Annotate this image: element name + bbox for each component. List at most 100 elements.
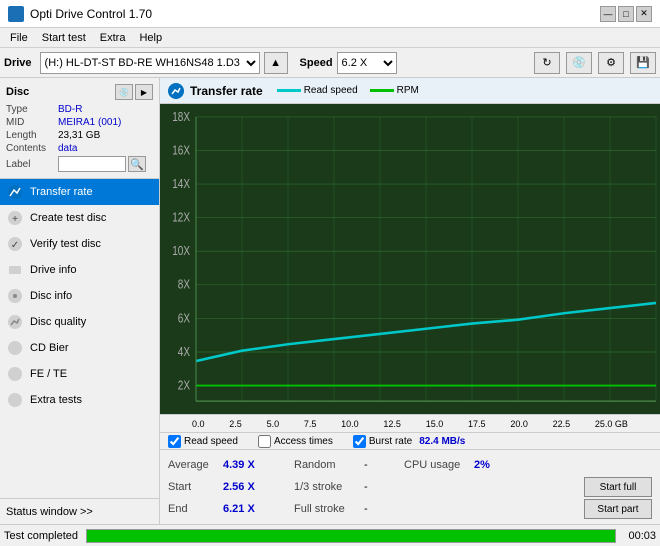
nav-disc-info-label: Disc info xyxy=(30,290,72,302)
drive-select[interactable]: (H:) HL-DT-ST BD-RE WH16NS48 1.D3 xyxy=(40,52,260,74)
burst-rate-checkbox[interactable] xyxy=(353,435,366,448)
checkbox-burst-rate[interactable]: Burst rate 82.4 MB/s xyxy=(353,435,466,448)
chart-legend: Read speed RPM xyxy=(277,85,419,96)
stats-row-3: End 6.21 X Full stroke - Start part xyxy=(168,498,652,520)
settings-button[interactable]: ⚙ xyxy=(598,52,624,74)
nav-drive-info[interactable]: Drive info xyxy=(0,257,159,283)
disc-header-text: Disc xyxy=(6,86,29,98)
status-text: Test completed xyxy=(4,530,78,542)
checkbox-read-speed[interactable]: Read speed xyxy=(168,435,238,448)
cd-bier-icon xyxy=(6,339,24,357)
status-bar: Test completed 00:03 xyxy=(0,524,660,546)
x-axis-labels: 0.0 2.5 5.0 7.5 10.0 12.5 15.0 17.5 20.0… xyxy=(160,419,660,429)
legend-read-speed-color xyxy=(277,89,301,92)
nav-cd-bier[interactable]: CD Bier xyxy=(0,335,159,361)
disc-icon-1[interactable]: 💿 xyxy=(115,84,133,100)
disc-contents-label: Contents xyxy=(6,143,58,154)
svg-text:4X: 4X xyxy=(178,346,190,359)
svg-text:14X: 14X xyxy=(172,178,190,191)
x-axis-row: 0.0 2.5 5.0 7.5 10.0 12.5 15.0 17.5 20.0… xyxy=(160,414,660,432)
disc-type-row: Type BD-R xyxy=(6,104,153,115)
nav-create-test-disc[interactable]: + Create test disc xyxy=(0,205,159,231)
nav-disc-info[interactable]: Disc info xyxy=(0,283,159,309)
start-cell: Start 2.56 X xyxy=(168,481,278,493)
legend-rpm: RPM xyxy=(370,85,419,96)
status-window-button[interactable]: Status window >> xyxy=(0,498,159,524)
burst-rate-value: 82.4 MB/s xyxy=(419,436,465,447)
nav-fe-te-label: FE / TE xyxy=(30,368,67,380)
svg-text:18X: 18X xyxy=(172,111,190,124)
refresh-button[interactable]: ↻ xyxy=(534,52,560,74)
disc-length-value: 23,31 GB xyxy=(58,130,100,141)
stats-row-2: Start 2.56 X 1/3 stroke - Start full xyxy=(168,476,652,498)
eject-button[interactable]: ▲ xyxy=(264,52,288,74)
svg-text:+: + xyxy=(12,214,18,225)
menu-start-test[interactable]: Start test xyxy=(36,31,92,45)
cpu-cell: CPU usage 2% xyxy=(404,459,490,471)
random-value: - xyxy=(364,459,388,471)
cpu-value: 2% xyxy=(474,459,490,471)
menu-file[interactable]: File xyxy=(4,31,34,45)
transfer-rate-icon xyxy=(6,183,24,201)
main-area: Disc 💿 ▶ Type BD-R MID MEIRA1 (001) Leng… xyxy=(0,78,660,524)
chart-area: 18X 16X 14X 12X 10X 8X 6X 4X 2X xyxy=(160,104,660,414)
save-button[interactable]: 💾 xyxy=(630,52,656,74)
progress-bar xyxy=(86,529,616,543)
nav-drive-info-label: Drive info xyxy=(30,264,76,276)
nav-verify-test-disc[interactable]: ✓ Verify test disc xyxy=(0,231,159,257)
maximize-button[interactable]: □ xyxy=(618,6,634,22)
disc-label-row: Label 🔍 xyxy=(6,156,153,172)
read-speed-checkbox[interactable] xyxy=(168,435,181,448)
extra-tests-icon xyxy=(6,391,24,409)
stroke1-label: 1/3 stroke xyxy=(294,481,364,493)
speed-select[interactable]: 6.2 X xyxy=(337,52,397,74)
start-part-button[interactable]: Start part xyxy=(584,499,652,519)
nav-cd-bier-label: CD Bier xyxy=(30,342,69,354)
disc-button[interactable]: 💿 xyxy=(566,52,592,74)
checkbox-row: Read speed Access times Burst rate 82.4 … xyxy=(160,432,660,450)
svg-text:6X: 6X xyxy=(178,312,190,325)
minimize-button[interactable]: — xyxy=(600,6,616,22)
chart-svg: 18X 16X 14X 12X 10X 8X 6X 4X 2X xyxy=(160,104,660,414)
disc-icon-2[interactable]: ▶ xyxy=(135,84,153,100)
nav-transfer-rate[interactable]: Transfer rate xyxy=(0,179,159,205)
speed-label: Speed xyxy=(300,57,333,69)
chart-header: Transfer rate Read speed RPM xyxy=(160,78,660,104)
access-times-checkbox[interactable] xyxy=(258,435,271,448)
status-time: 00:03 xyxy=(628,530,656,542)
nav-transfer-rate-label: Transfer rate xyxy=(30,186,93,198)
progress-bar-fill xyxy=(87,530,615,542)
disc-icons: 💿 ▶ xyxy=(115,84,153,100)
nav-extra-tests[interactable]: Extra tests xyxy=(0,387,159,413)
nav-disc-quality[interactable]: Disc quality xyxy=(0,309,159,335)
end-value: 6.21 X xyxy=(223,503,278,515)
nav-fe-te[interactable]: FE / TE xyxy=(0,361,159,387)
disc-quality-icon xyxy=(6,313,24,331)
random-cell: Random - xyxy=(294,459,388,471)
disc-type-label: Type xyxy=(6,104,58,115)
legend-rpm-label: RPM xyxy=(397,85,419,96)
app-icon xyxy=(8,6,24,22)
x-label-3: 7.5 xyxy=(304,419,317,429)
x-label-7: 17.5 xyxy=(468,419,486,429)
read-speed-label: Read speed xyxy=(184,436,238,447)
nav-verify-test-disc-label: Verify test disc xyxy=(30,238,101,250)
legend-read-speed-label: Read speed xyxy=(304,85,358,96)
menu-extra[interactable]: Extra xyxy=(94,31,132,45)
x-label-2: 5.0 xyxy=(267,419,280,429)
status-window-label: Status window >> xyxy=(6,506,93,518)
access-times-label: Access times xyxy=(274,436,333,447)
title-bar-left: Opti Drive Control 1.70 xyxy=(8,6,152,22)
stroke2-cell: Full stroke - xyxy=(294,503,388,515)
svg-text:2X: 2X xyxy=(178,379,190,392)
start-full-button[interactable]: Start full xyxy=(584,477,652,497)
disc-label-btn[interactable]: 🔍 xyxy=(128,156,146,172)
stats-area: Average 4.39 X Random - CPU usage 2% Sta… xyxy=(160,450,660,524)
chart-title: Transfer rate xyxy=(190,84,263,98)
menu-help[interactable]: Help xyxy=(133,31,168,45)
x-label-6: 15.0 xyxy=(426,419,444,429)
disc-label-input[interactable] xyxy=(58,156,126,172)
window-controls[interactable]: — □ ✕ xyxy=(600,6,652,22)
checkbox-access-times[interactable]: Access times xyxy=(258,435,333,448)
close-button[interactable]: ✕ xyxy=(636,6,652,22)
